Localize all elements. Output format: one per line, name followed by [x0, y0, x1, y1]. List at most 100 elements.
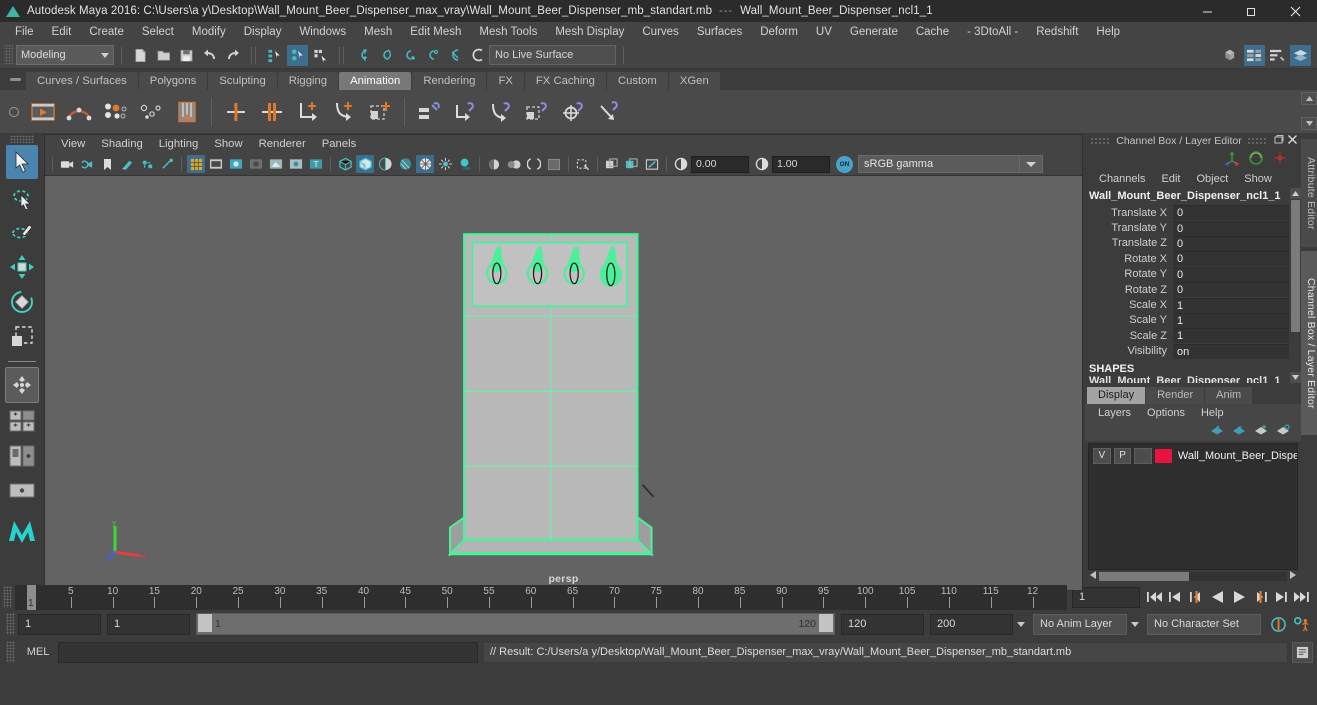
panel-drag-grip[interactable]	[1090, 137, 1112, 144]
select-by-hierarchy-icon[interactable]	[264, 45, 285, 66]
attribute-value[interactable]: 1	[1173, 328, 1289, 344]
minimize-button[interactable]	[1185, 0, 1229, 22]
menu-redshift[interactable]: Redshift	[1027, 22, 1087, 42]
options-menu[interactable]: Options	[1139, 407, 1193, 419]
attribute-row-rotate-y[interactable]: Rotate Y 0	[1085, 266, 1289, 282]
viewport-menu-lighting[interactable]: Lighting	[151, 135, 207, 153]
rotate-manip-icon[interactable]	[1247, 150, 1265, 169]
persp-outliner-layout[interactable]	[6, 439, 38, 473]
layer-scroll-right[interactable]	[1290, 570, 1296, 582]
tab-anim[interactable]: Anim	[1205, 387, 1253, 404]
camera-attributes-icon[interactable]	[78, 155, 96, 173]
paint-select-tool[interactable]	[6, 215, 38, 249]
multisample-icon[interactable]	[525, 155, 543, 173]
ik-handle-key-icon[interactable]	[327, 94, 361, 130]
attribute-row-rotate-x[interactable]: Rotate X 0	[1085, 251, 1289, 267]
layer-list[interactable]: V P Wall_Mount_Beer_Dispe	[1088, 443, 1298, 570]
time-slider-grip[interactable]	[3, 586, 12, 608]
shelf-tab-animation[interactable]: Animation	[339, 72, 412, 90]
xray-icon[interactable]	[267, 155, 285, 173]
attribute-row-translate-x[interactable]: Translate X 0	[1085, 205, 1289, 221]
animation-preferences-icon[interactable]	[1292, 614, 1311, 634]
channel-box-scroll-up[interactable]	[1290, 188, 1301, 199]
motion-blur-icon[interactable]	[505, 155, 523, 173]
shelf-tab-polygons[interactable]: Polygons	[138, 72, 208, 90]
attribute-value[interactable]: on	[1173, 343, 1289, 359]
attribute-value[interactable]: 1	[1173, 312, 1289, 328]
aim-constraint-icon[interactable]	[556, 94, 590, 130]
scale-constraint-icon[interactable]	[520, 94, 554, 130]
default-lighting-icon[interactable]	[436, 155, 454, 173]
layers-menu[interactable]: Layers	[1090, 407, 1139, 419]
undo-icon[interactable]	[199, 45, 220, 66]
key-selected-icon[interactable]	[363, 94, 397, 130]
xray-joints-icon[interactable]	[287, 155, 305, 173]
snap-to-grid-icon[interactable]	[352, 45, 373, 66]
select-tool[interactable]	[6, 145, 38, 179]
ik-fk-key-icon[interactable]	[291, 94, 325, 130]
viewport-menu-shading[interactable]: Shading	[93, 135, 150, 153]
flat-shade-icon[interactable]	[396, 155, 414, 173]
set-key-rotate-icon[interactable]	[255, 94, 289, 130]
attribute-row-scale-x[interactable]: Scale X 1	[1085, 297, 1289, 313]
make-live-icon[interactable]	[467, 45, 488, 66]
channel-box-scrollbar[interactable]	[1290, 188, 1301, 383]
shelf-scroll-down[interactable]	[1301, 117, 1317, 130]
menu-deform[interactable]: Deform	[751, 22, 807, 42]
channel-show-menu[interactable]: Show	[1236, 173, 1280, 185]
layer-scroll-track[interactable]	[1099, 571, 1287, 581]
shelf-tab-sculpting[interactable]: Sculpting	[208, 72, 277, 90]
step-forward-keyframe-icon[interactable]	[1271, 587, 1290, 607]
menu-select[interactable]: Select	[133, 22, 183, 42]
viewport-menu-panels[interactable]: Panels	[314, 135, 365, 153]
attribute-row-translate-y[interactable]: Translate Y 0	[1085, 220, 1289, 236]
dock-tab-attribute-editor[interactable]: Attribute Editor	[1301, 139, 1317, 247]
channel-box-scroll-down[interactable]	[1290, 372, 1301, 383]
channels-menu[interactable]: Channels	[1091, 173, 1153, 185]
layer-help-menu[interactable]: Help	[1193, 407, 1232, 419]
playback-speed-dropdown[interactable]	[1013, 615, 1029, 634]
shelf-options-icon[interactable]	[3, 93, 25, 131]
restore-button[interactable]	[1229, 0, 1273, 22]
menu-edit[interactable]: Edit	[43, 22, 81, 42]
set-key-icon[interactable]	[62, 94, 96, 130]
layer-name[interactable]: Wall_Mount_Beer_Dispe	[1175, 450, 1297, 462]
scale-manip-icon[interactable]	[1271, 150, 1289, 169]
playblast-icon[interactable]	[26, 94, 60, 130]
lasso-select-tool[interactable]	[6, 180, 38, 214]
snap-to-view-plane-icon[interactable]	[444, 45, 465, 66]
range-bar-left-handle[interactable]	[198, 614, 212, 632]
script-editor-icon[interactable]	[1292, 641, 1313, 663]
menu-mesh[interactable]: Mesh	[355, 22, 401, 42]
viewport-menu-show[interactable]: Show	[206, 135, 250, 153]
open-scene-icon[interactable]	[153, 45, 174, 66]
two-sided-lighting-icon[interactable]	[138, 155, 156, 173]
ambient-occlusion-icon[interactable]	[485, 155, 503, 173]
attribute-value[interactable]: 0	[1173, 282, 1289, 298]
layer-new-icon[interactable]	[1254, 424, 1269, 439]
animation-start-field[interactable]: 1	[18, 613, 101, 635]
range-slider-grip[interactable]	[6, 613, 15, 635]
anim-layer-dropdown-arrow[interactable]	[1127, 615, 1143, 634]
tab-render[interactable]: Render	[1146, 387, 1205, 404]
shelf-tab-custom[interactable]: Custom	[606, 72, 668, 90]
shadows-icon[interactable]	[456, 155, 474, 173]
select-camera-icon[interactable]	[58, 155, 76, 173]
range-bar[interactable]: 1 120	[196, 613, 835, 635]
command-language-label[interactable]: MEL	[18, 646, 58, 658]
redo-icon[interactable]	[222, 45, 243, 66]
play-backwards-icon[interactable]	[1208, 587, 1227, 607]
step-forward-frame-icon[interactable]	[1250, 587, 1269, 607]
persp-graph-layout[interactable]	[6, 474, 38, 508]
panel-tear-off-icon[interactable]	[623, 155, 641, 173]
move-manip-icon[interactable]	[1223, 150, 1241, 169]
auto-keyframe-icon[interactable]	[1269, 614, 1288, 634]
channel-box-shape-name[interactable]: Wall_Mount_Beer_Dispenser_ncl1_1	[1085, 375, 1301, 383]
go-to-end-icon[interactable]	[1292, 587, 1311, 607]
layer-color-swatch[interactable]	[1155, 448, 1172, 463]
range-end-field[interactable]: 120	[841, 613, 924, 635]
texture-icon[interactable]: T	[307, 155, 325, 173]
rotate-tool[interactable]	[6, 285, 38, 319]
panel-drag-grip-right[interactable]	[1246, 137, 1268, 144]
panel-duplicate-icon[interactable]	[603, 155, 621, 173]
